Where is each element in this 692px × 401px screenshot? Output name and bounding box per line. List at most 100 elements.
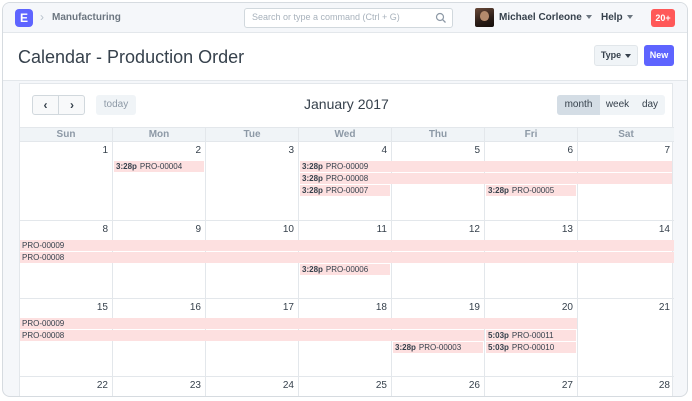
weekday-label: Mon [113,128,206,142]
day-number: 11 [376,224,387,235]
day-number: 2 [195,145,201,156]
day-cell[interactable]: 28 [578,377,674,396]
calendar-event[interactable]: 5:03p PRO-00010 [486,342,576,353]
prev-next-group: ‹ › [32,95,85,115]
caret-down-icon [626,15,633,20]
calendar-event[interactable]: 3:28p PRO-00009 [300,161,672,172]
day-cell[interactable]: 25 [299,377,392,396]
calendar-event[interactable]: 3:28p PRO-00005 [486,185,576,196]
calendar-event[interactable]: PRO-00008 [20,330,484,341]
day-number: 3 [288,145,294,156]
day-view-button[interactable]: day [635,95,665,115]
week-row: 22 23 24 25 26 27 28 [20,377,674,396]
calendar-event[interactable]: 3:28p PRO-00004 [114,161,204,172]
day-number: 25 [375,380,387,391]
caret-down-icon [585,15,592,20]
page-header: Calendar - Production Order Type New [3,33,687,81]
event-name: PRO-00008 [22,331,65,340]
day-number: 27 [561,380,573,391]
caret-down-icon [625,53,632,58]
week-view-button[interactable]: week [600,95,635,115]
event-name: PRO-00007 [325,186,369,195]
user-menu[interactable]: Michael Corleone [499,12,592,23]
calendar-event[interactable]: PRO-00009 [20,240,674,251]
prev-month-button[interactable]: ‹ [33,96,59,114]
today-button[interactable]: today [96,95,136,115]
month-view-button[interactable]: month [557,95,600,115]
weekday-label: Fri [485,128,578,142]
calendar-title: January 2017 [304,96,389,112]
weekday-label: Sat [618,129,634,140]
calendar-event[interactable]: 5:03p PRO-00011 [486,330,576,341]
event-time: 5:03p [488,343,509,352]
day-number: 21 [658,302,670,313]
weekday-label: Tue [206,128,299,142]
help-label: Help [601,12,623,23]
calendar: ‹ › today January 2017 month week day Su… [19,83,674,396]
weekday-label: Thu [392,128,485,142]
event-name: PRO-00009 [22,241,65,250]
calendar-event[interactable]: 3:28p PRO-00008 [300,173,672,184]
day-number: 24 [282,380,294,391]
page-title: Calendar - Production Order [18,47,245,67]
week-row: 8 9 10 11 12 13 14 PRO-00009 PRO-00008 3… [20,221,674,299]
day-cell[interactable]: 22 [20,377,113,396]
day-cell[interactable]: 21 [578,299,674,376]
event-name: PRO-00003 [418,343,462,352]
search-input[interactable] [252,12,432,22]
calendar-event[interactable]: 3:28p PRO-00007 [300,185,390,196]
day-number: 7 [664,145,670,156]
event-name: PRO-00006 [325,265,369,274]
day-cell[interactable]: 26 [392,377,485,396]
day-number: 16 [189,302,201,313]
weekday-label: Wed [299,128,392,142]
breadcrumb-manufacturing[interactable]: Manufacturing [52,12,121,23]
calendar-toolbar: ‹ › today January 2017 month week day [20,84,674,126]
month-grid: Sun Mon Tue Wed Thu Fri Sat 1 2 3 4 5 6 … [20,127,674,396]
day-number: 15 [96,302,108,313]
calendar-event[interactable]: 3:28p PRO-00006 [300,264,390,275]
notifications-badge[interactable]: 20+ [651,9,675,27]
day-number: 4 [381,145,387,156]
week-row: 1 2 3 4 5 6 7 3:28p PRO-00004 3:28p PRO-00… [20,142,674,221]
day-number: 10 [282,224,294,235]
user-name: Michael Corleone [499,12,582,23]
event-time: 3:28p [116,162,137,171]
app-window: E › Manufacturing Michael Corleone Help … [2,2,688,397]
day-number: 28 [658,380,670,391]
event-name: PRO-00010 [511,343,555,352]
user-avatar[interactable] [475,8,494,27]
day-number: 12 [468,224,480,235]
navbar: E › Manufacturing Michael Corleone Help … [3,3,687,33]
day-cell[interactable]: 3 [206,142,299,220]
day-number: 17 [282,302,294,313]
calendar-event[interactable]: PRO-00008 [20,252,674,263]
event-time: 3:28p [302,174,323,183]
event-name: PRO-00004 [139,162,183,171]
day-number: 23 [189,380,201,391]
calendar-event[interactable]: PRO-00009 [20,318,577,329]
view-switcher: month week day [557,95,665,115]
event-name: PRO-00009 [22,319,65,328]
chevron-right-icon: › [40,10,44,24]
day-cell[interactable]: 1 [20,142,113,220]
day-cell[interactable]: 23 [113,377,206,396]
day-cell[interactable]: 2 [113,142,206,220]
search-icon[interactable] [435,12,447,24]
event-time: 5:03p [488,331,509,340]
search-box[interactable] [244,8,453,28]
type-dropdown-button[interactable]: Type [594,45,638,66]
day-cell[interactable]: 27 [485,377,578,396]
new-button[interactable]: New [644,45,674,66]
weekday-label: Sun [20,128,113,142]
next-month-button[interactable]: › [59,96,84,114]
event-name: PRO-00011 [511,331,554,340]
calendar-event[interactable]: 3:28p PRO-00003 [393,342,483,353]
app-logo[interactable]: E [15,9,33,27]
help-menu[interactable]: Help [601,12,633,23]
day-number: 8 [102,224,108,235]
day-number: 5 [474,145,480,156]
event-time: 3:28p [302,186,323,195]
day-cell[interactable]: 24 [206,377,299,396]
event-time: 3:28p [395,343,416,352]
